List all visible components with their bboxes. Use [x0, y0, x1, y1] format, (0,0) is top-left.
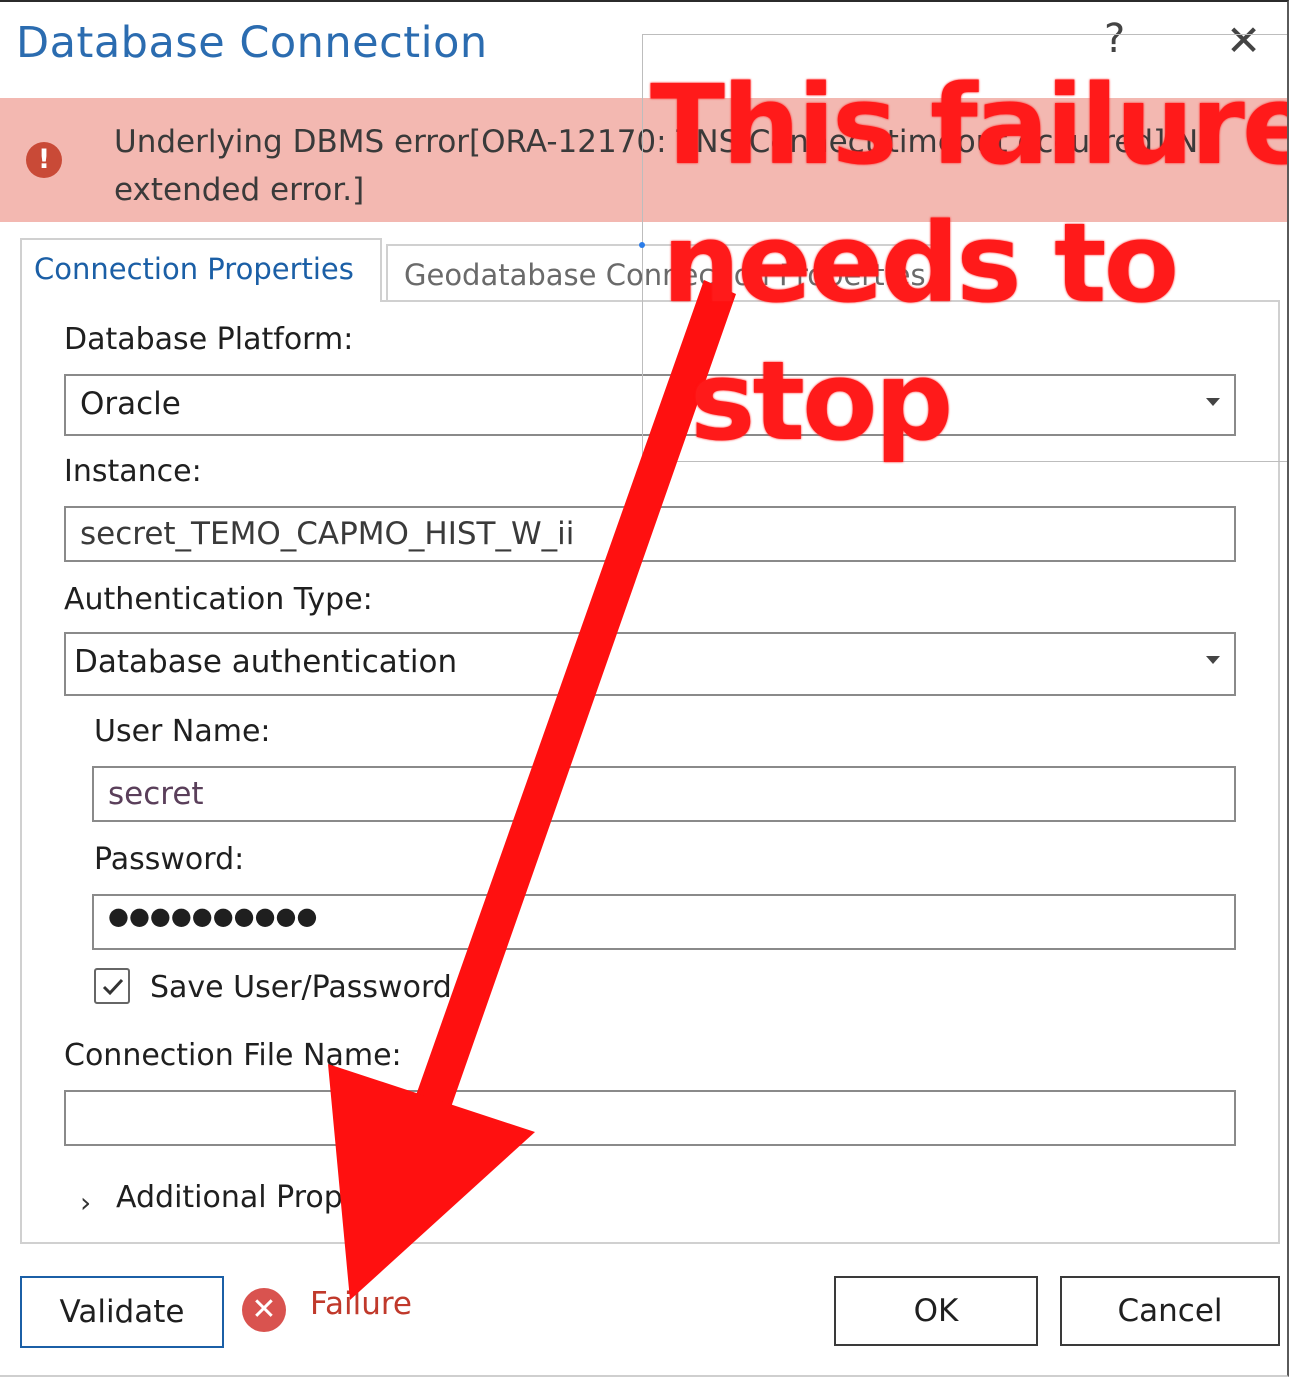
- platform-value: Oracle: [80, 386, 181, 422]
- annotation-line2: needs to: [662, 199, 1179, 327]
- cancel-button[interactable]: Cancel: [1060, 1276, 1280, 1346]
- filename-input[interactable]: [64, 1090, 1236, 1146]
- annotation-line3: stop: [690, 337, 953, 465]
- save-password-checkbox[interactable]: [94, 968, 130, 1004]
- tab-connection-properties-label: Connection Properties: [34, 252, 354, 286]
- password-label: Password:: [94, 842, 245, 877]
- chevron-down-icon: [1206, 656, 1220, 664]
- instance-label: Instance:: [64, 454, 202, 489]
- chevron-right-icon[interactable]: ›: [80, 1186, 91, 1219]
- password-value: ●●●●●●●●●●: [108, 902, 318, 930]
- auth-type-label: Authentication Type:: [64, 582, 373, 617]
- username-input[interactable]: secret: [92, 766, 1236, 822]
- error-icon: !: [26, 142, 62, 178]
- auth-type-value: Database authentication: [74, 644, 458, 680]
- validation-status: Failure: [310, 1286, 412, 1322]
- additional-properties-toggle[interactable]: Additional Properties: [116, 1180, 428, 1215]
- save-password-label: Save User/Password: [150, 970, 452, 1005]
- platform-label: Database Platform:: [64, 322, 354, 357]
- username-label: User Name:: [94, 714, 271, 749]
- username-value: secret: [108, 776, 204, 812]
- instance-value: secret_TEMO_CAPMO_HIST_W_ii: [80, 516, 575, 552]
- annotation-text: This failure needs to stop: [650, 56, 1289, 470]
- tab-connection-properties[interactable]: Connection Properties: [20, 238, 382, 302]
- validate-button[interactable]: Validate: [20, 1276, 224, 1348]
- database-connection-dialog: Database Connection ? ✕ ! Underlying DBM…: [0, 0, 1289, 1377]
- failure-icon: ✕: [242, 1288, 286, 1332]
- instance-input[interactable]: secret_TEMO_CAPMO_HIST_W_ii: [64, 506, 1236, 562]
- checkmark-icon: [102, 978, 124, 996]
- dialog-title: Database Connection: [16, 18, 488, 68]
- annotation-handle[interactable]: [639, 242, 645, 248]
- filename-label: Connection File Name:: [64, 1038, 402, 1073]
- annotation-line1: This failure: [650, 61, 1289, 189]
- auth-type-select[interactable]: Database authentication: [64, 632, 1236, 696]
- password-input[interactable]: ●●●●●●●●●●: [92, 894, 1236, 950]
- ok-button[interactable]: OK: [834, 1276, 1038, 1346]
